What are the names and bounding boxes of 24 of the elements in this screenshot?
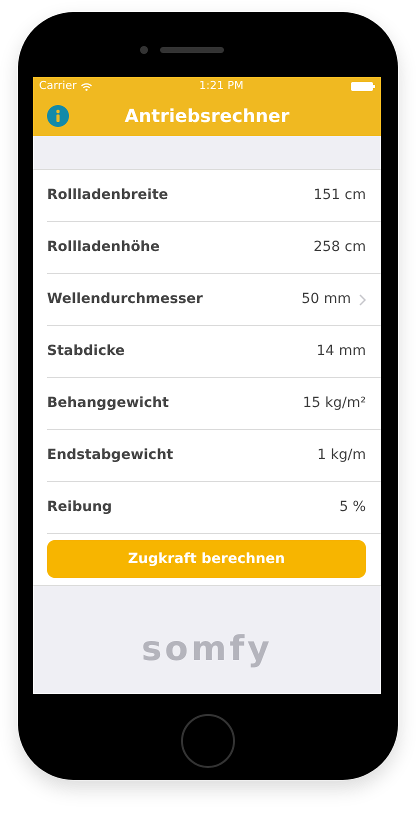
row-label: Wellendurchmesser <box>47 290 203 309</box>
row-label: Reibung <box>47 498 112 517</box>
row-label: Behanggewicht <box>47 394 169 413</box>
info-icon[interactable] <box>47 105 69 127</box>
brand-logo: somfy <box>142 628 272 671</box>
clock-text: 1:21 PM <box>199 78 244 94</box>
row-label: Rollladenbreite <box>47 186 168 205</box>
row-label: Endstabgewicht <box>47 446 174 465</box>
row-value: 1 kg/m <box>317 446 366 465</box>
battery-icon <box>350 82 375 91</box>
row-value: 5 % <box>339 498 366 517</box>
row-value: 258 cm <box>313 238 366 257</box>
wifi-icon <box>80 82 92 90</box>
speaker-grille <box>160 47 224 53</box>
row-label: Stabdicke <box>47 342 125 361</box>
screen-title: Antriebsrechner <box>124 104 290 128</box>
row-value: 15 kg/m² <box>302 394 366 413</box>
camera-drawing <box>140 46 148 54</box>
row-label: Rollladenhöhe <box>47 238 160 257</box>
home-button[interactable] <box>180 714 234 768</box>
row-value: 14 mm <box>316 342 366 361</box>
row-value: 151 cm <box>313 186 366 205</box>
carrier-text: Carrier <box>39 78 77 94</box>
row-value: 50 mm <box>301 290 351 309</box>
